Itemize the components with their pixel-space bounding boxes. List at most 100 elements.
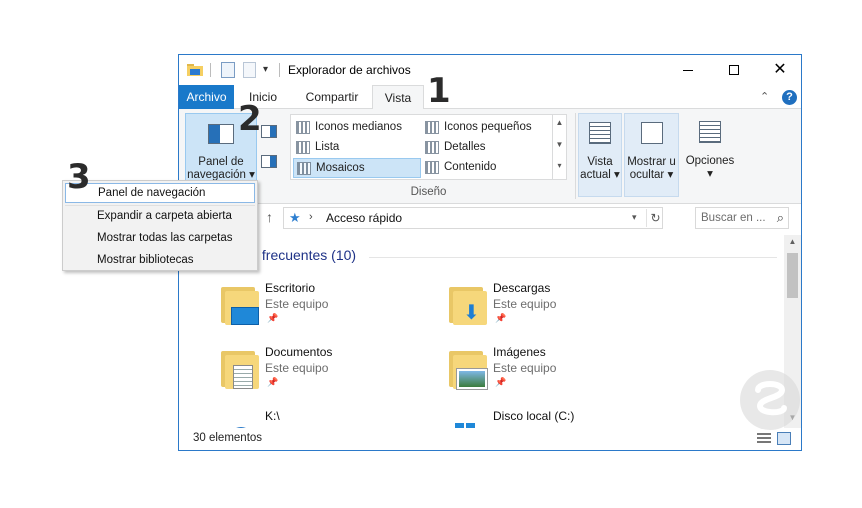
menu-item-mostrar-carpetas[interactable]: Mostrar todas las carpetas <box>65 228 255 248</box>
scrollbar-thumb[interactable] <box>787 253 798 298</box>
search-placeholder: Buscar en ... <box>701 212 766 224</box>
show-hide-button[interactable]: Mostrar u ocultar ▾ <box>624 113 679 197</box>
layout-option-selected[interactable]: Mosaicos <box>293 158 421 178</box>
layout-option[interactable]: Iconos pequeños <box>422 118 550 137</box>
breadcrumb-chevron-icon[interactable]: › <box>309 211 313 223</box>
layout-option-label: Mosaicos <box>316 162 365 174</box>
scroll-down-icon[interactable]: ▼ <box>553 140 566 149</box>
show-hide-label-line1: Mostrar u <box>627 156 676 168</box>
new-folder-icon[interactable] <box>243 62 256 78</box>
navigation-bar: ↑ ★ › Acceso rápido ▾ ↻ Buscar en ... ⌕ <box>179 205 801 231</box>
navigation-pane-label: Panel de navegación ▾ <box>186 156 256 182</box>
item-name: Imágenes <box>493 345 546 359</box>
documents-folder-icon <box>219 349 259 389</box>
maximize-button[interactable] <box>711 55 757 85</box>
search-input[interactable]: Buscar en ... ⌕ <box>695 207 789 229</box>
layout-option[interactable]: Contenido <box>422 158 550 177</box>
refresh-icon[interactable]: ↻ <box>646 209 664 227</box>
scroll-up-icon[interactable]: ▲ <box>784 237 801 246</box>
menu-item-panel-navegacion[interactable]: Panel de navegación <box>65 183 255 203</box>
step-number-1: 1 <box>427 71 451 111</box>
layout-option[interactable]: Lista <box>293 138 419 157</box>
ribbon-tabs: Archivo Inicio Compartir Vista ⌃ ? <box>179 85 801 110</box>
list-item[interactable]: Documentos Este equipo 📌 <box>219 345 429 395</box>
options-label-line1: Opciones <box>685 155 735 167</box>
up-arrow-icon[interactable]: ↑ <box>266 209 273 225</box>
details-pane-icon[interactable] <box>261 155 277 168</box>
expand-gallery-icon[interactable]: ▾ <box>553 161 566 170</box>
medium-icons-icon <box>296 121 310 134</box>
navigation-pane-menu: Panel de navegación Expandir a carpeta a… <box>62 180 258 271</box>
options-button[interactable]: Opciones ▾ <box>681 113 739 197</box>
list-item[interactable]: Imágenes Este equipo 📌 <box>447 345 657 395</box>
window-title: Explorador de archivos <box>288 63 411 77</box>
layout-option[interactable]: Detalles <box>422 138 550 157</box>
search-icon: ⌕ <box>776 210 784 225</box>
list-icon <box>296 141 310 154</box>
list-item[interactable]: Escritorio Este equipo 📌 <box>219 281 429 331</box>
title-bar: ▾ Explorador de archivos ✕ <box>179 55 801 85</box>
scroll-up-icon[interactable]: ▲ <box>553 118 566 127</box>
options-icon <box>699 121 721 143</box>
large-icons-view-icon[interactable] <box>777 432 791 445</box>
list-item[interactable]: Disco local (C:) <box>447 409 657 428</box>
item-name: Escritorio <box>265 281 316 295</box>
status-bar: 30 elementos <box>179 428 801 450</box>
current-view-label-line1: Vista <box>587 156 613 168</box>
section-title[interactable]: s frecuentes (10) <box>251 247 356 263</box>
current-view-label-line2: actual ▾ <box>580 169 620 181</box>
list-item[interactable]: ⬇ Descargas Este equipo 📌 <box>447 281 657 331</box>
item-name: Documentos <box>265 345 333 359</box>
step-number-3: 3 <box>67 157 91 197</box>
address-bar[interactable]: ★ › Acceso rápido ▾ ↻ <box>283 207 663 229</box>
collapse-ribbon-icon[interactable]: ⌃ <box>760 90 769 103</box>
maximize-icon <box>729 65 739 75</box>
address-dropdown-icon[interactable]: ▾ <box>632 212 637 223</box>
file-explorer-window: ▾ Explorador de archivos ✕ Archivo Inici… <box>178 54 802 451</box>
item-location: Este equipo <box>265 297 329 311</box>
current-view-button[interactable]: Vista actual ▾ <box>578 113 622 197</box>
properties-icon[interactable] <box>221 62 235 78</box>
help-icon[interactable]: ? <box>782 90 797 105</box>
preview-pane-icon[interactable] <box>261 125 277 138</box>
watermark-logo-icon <box>740 370 800 430</box>
item-name: Disco local (C:) <box>493 409 575 423</box>
desktop-folder-icon <box>219 285 259 325</box>
tab-archivo[interactable]: Archivo <box>179 85 234 109</box>
layout-option-label: Detalles <box>444 141 486 153</box>
item-location: Este equipo <box>265 361 329 375</box>
step-number-2: 2 <box>238 99 262 139</box>
show-hide-icon <box>640 122 663 144</box>
menu-item-expandir[interactable]: Expandir a carpeta abierta <box>65 206 255 226</box>
options-label-line2: ▾ <box>707 168 713 180</box>
layout-option-label: Lista <box>315 141 340 153</box>
navigation-pane-label-line1: Panel de <box>198 156 244 168</box>
minimize-button[interactable] <box>665 55 711 85</box>
layout-option-label: Iconos medianos <box>315 121 402 133</box>
details-view-icon[interactable] <box>757 433 771 445</box>
tab-vista[interactable]: Vista <box>372 85 424 110</box>
downloads-folder-icon: ⬇ <box>447 285 487 325</box>
group-separator <box>575 113 576 199</box>
close-button[interactable]: ✕ <box>757 55 801 85</box>
menu-item-mostrar-bibliotecas[interactable]: Mostrar bibliotecas <box>65 250 255 270</box>
item-location: Este equipo <box>493 361 557 375</box>
tab-compartir[interactable]: Compartir <box>293 85 371 109</box>
options-label: Opciones ▾ <box>681 155 739 181</box>
layout-gallery: Iconos medianos Iconos pequeños Lista De… <box>290 114 567 180</box>
windows-drive-icon <box>447 413 487 428</box>
drive-icon <box>219 413 259 428</box>
pin-icon: 📌 <box>267 313 279 323</box>
layout-option-label: Contenido <box>444 161 497 173</box>
close-icon: ✕ <box>773 61 787 78</box>
pin-icon: 📌 <box>495 377 507 387</box>
breadcrumb[interactable]: Acceso rápido <box>326 211 402 225</box>
ribbon: Panel de navegación ▾ Iconos medianos Ic… <box>179 109 801 204</box>
layout-option[interactable]: Iconos medianos <box>293 118 419 137</box>
list-item[interactable]: K:\ <box>219 409 429 428</box>
section-divider <box>369 257 777 258</box>
show-hide-label-line2: ocultar ▾ <box>629 169 674 181</box>
layout-gallery-scroller: ▲ ▼ ▾ <box>552 115 566 179</box>
customize-quick-access-icon[interactable]: ▾ <box>263 64 268 75</box>
folder-icon[interactable] <box>187 63 203 76</box>
